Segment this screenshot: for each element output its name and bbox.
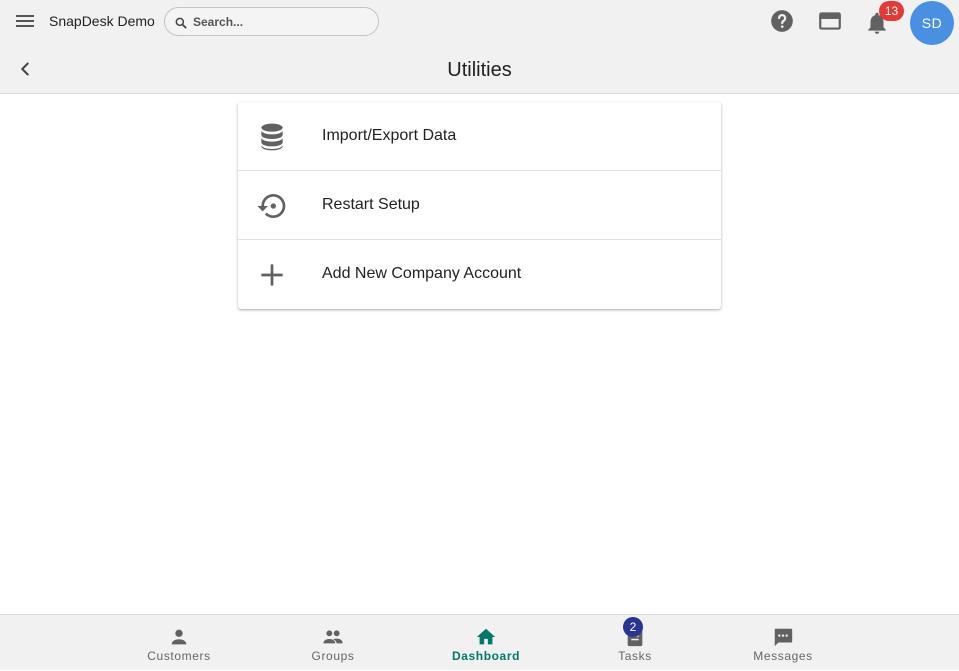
search-icon (175, 17, 187, 29)
utility-label: Add New Company Account (322, 265, 522, 282)
restore-icon (257, 194, 286, 218)
message-icon (774, 628, 793, 647)
nav-groups[interactable]: Groups (283, 615, 383, 671)
nav-label: Messages (753, 649, 813, 663)
search-input[interactable] (193, 12, 373, 32)
bottom-navigation: Customers Groups Dashboard 2 Tasks Messa… (0, 614, 959, 670)
nav-label: Tasks (618, 649, 652, 663)
nav-dashboard[interactable]: Dashboard (436, 615, 536, 671)
utility-item-import-export[interactable]: Import/Export Data (238, 102, 721, 171)
utility-label: Import/Export Data (322, 127, 457, 144)
search-box[interactable] (164, 7, 379, 36)
top-app-bar: SnapDesk Demo 13 SD Utilities (0, 0, 959, 94)
utility-label: Restart Setup (322, 196, 420, 213)
nav-customers[interactable]: Customers (129, 615, 229, 671)
nav-label: Dashboard (451, 649, 521, 663)
page-title: Utilities (447, 59, 512, 81)
nav-label: Customers (147, 649, 211, 663)
utilities-list: Import/Export Data Restart Setup Add New… (238, 102, 721, 309)
nav-label: Groups (311, 649, 355, 663)
nav-tasks[interactable]: 2 Tasks (585, 615, 685, 671)
app-name: SnapDesk Demo (49, 13, 155, 29)
nav-messages[interactable]: Messages (733, 615, 833, 671)
avatar[interactable]: SD (910, 1, 954, 45)
database-icon (261, 123, 283, 151)
utility-item-add-company[interactable]: Add New Company Account (238, 240, 721, 309)
credit-card-icon[interactable] (817, 8, 843, 34)
plus-icon (261, 264, 283, 286)
tasks-badge: 2 (623, 617, 643, 637)
home-icon (476, 628, 496, 645)
menu-icon[interactable] (13, 9, 37, 33)
people-icon (323, 630, 343, 644)
help-icon[interactable] (769, 8, 795, 34)
notifications-badge: 13 (879, 1, 904, 21)
utility-item-restart-setup[interactable]: Restart Setup (238, 171, 721, 240)
person-icon (171, 629, 187, 645)
